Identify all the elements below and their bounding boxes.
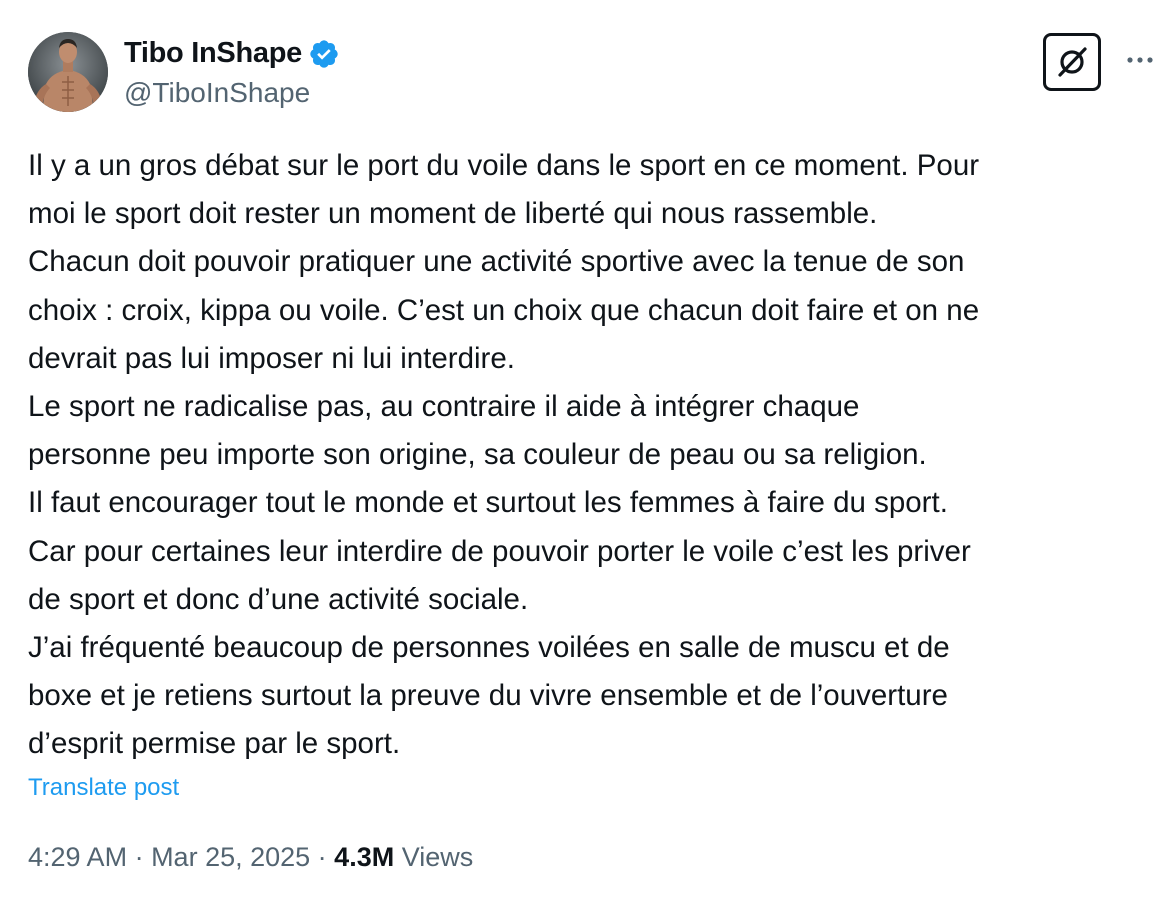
tweet-line: Il faut encourager tout le monde et surt… [28,486,948,520]
post-time[interactable]: 4:29 AM [28,842,127,872]
grok-button[interactable] [1043,33,1101,91]
views-label: Views [394,842,474,872]
tweet-line: Il y a un gros débat sur le port du voil… [28,149,980,182]
profile-photo [28,32,108,112]
tweet-line: Le sport ne radicalise pas, au contraire… [28,390,860,424]
tweet-line: moi le sport doit rester un moment de li… [28,197,878,231]
tweet-line: d’esprit permise par le sport. [28,727,401,761]
grok-icon [1058,47,1087,77]
tweet-line: J’ai fréquenté beaucoup de personnes voi… [28,631,950,665]
author-name-row[interactable]: Tibo InShape [124,34,340,72]
tweet-line: boxe et je retiens surtout la preuve du … [28,679,948,713]
views-count[interactable]: 4.3M [334,842,394,872]
meta-separator: · [310,842,335,872]
verified-badge-icon [310,40,338,68]
post-metadata: 4:29 AM · Mar 25, 2025 · 4.3M Views [28,839,473,875]
more-dots-icon [1127,57,1153,63]
tweet-line: Car pour certaines leur interdire de pou… [28,534,971,568]
tweet-line: devrait pas lui imposer ni lui interdire… [28,341,515,375]
tweet-line: choix : croix, kippa ou voile. C’est un … [28,293,980,327]
post-date[interactable]: Mar 25, 2025 [151,842,310,872]
author-display-name[interactable]: Tibo InShape [124,34,302,72]
tweet-text: Il y a un gros débat sur le port du voil… [28,142,1158,769]
author-handle[interactable]: @TiboInShape [124,75,310,111]
tweet-line: de sport et donc d’une activité sociale. [28,582,529,616]
translate-post-link[interactable]: Translate post [28,771,179,805]
tweet-line: Chacun doit pouvoir pratiquer une activi… [28,245,965,279]
avatar[interactable] [28,32,108,112]
meta-separator: · [127,842,152,872]
tweet-line: personne peu importe son origine, sa cou… [28,438,927,472]
more-options-button[interactable] [1122,46,1158,74]
